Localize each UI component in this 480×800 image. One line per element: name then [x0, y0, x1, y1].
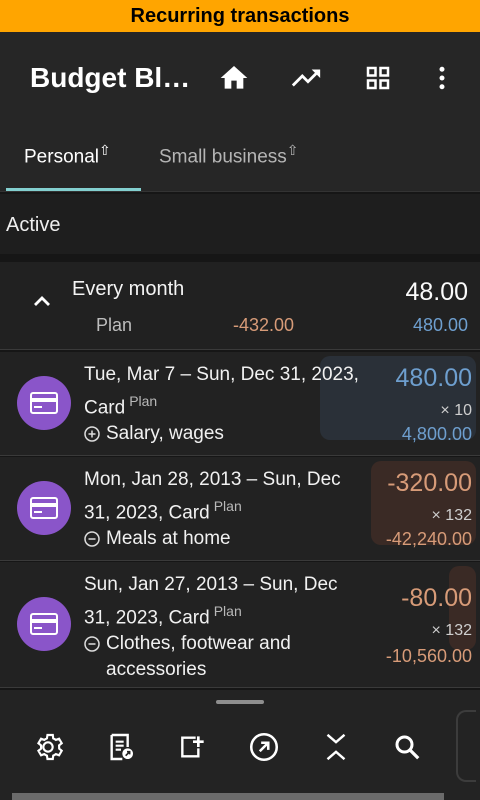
transaction-total: -42,240.00 [385, 529, 472, 549]
repeat-count: × 10 [440, 402, 472, 419]
transaction-total: -10,560.00 [385, 646, 472, 666]
tab-bar: Personal⇧ Small business⇧ [0, 124, 480, 192]
add-box-icon[interactable] [174, 728, 212, 766]
list-item[interactable]: Tue, Mar 7 – Sun, Dec 31, 2023, Card Plan… [0, 352, 480, 456]
drag-handle[interactable] [216, 700, 264, 704]
transaction-description: Tue, Mar 7 – Sun, Dec 31, 2023, Card Plan… [84, 362, 374, 447]
budget-title[interactable]: Budget Bl… [30, 62, 190, 94]
open-external-icon[interactable] [245, 728, 283, 766]
plan-tag: Plan [213, 498, 242, 514]
settings-icon[interactable] [29, 728, 67, 766]
section-label: Active [6, 214, 61, 236]
account-label: Card [84, 397, 126, 419]
card-icon [17, 597, 71, 651]
date-range: Tue, Mar 7 – Sun, Dec 31, 2023, [84, 364, 359, 385]
trending-up-icon[interactable] [288, 60, 324, 96]
dashboard-icon[interactable] [360, 60, 396, 96]
share-icon: ⇧ [286, 142, 299, 158]
horizontal-scrollbar[interactable] [12, 793, 444, 800]
minus-circle-icon [84, 636, 100, 653]
chevron-up-icon[interactable] [30, 290, 54, 319]
transaction-amount: -80.00 [401, 584, 472, 612]
minus-circle-icon [84, 531, 100, 548]
screen-title-banner: Recurring transactions [0, 0, 480, 32]
receipt-icon[interactable] [102, 728, 140, 766]
date-range: Mon, Jan 28, 2013 – Sun, Dec [84, 469, 341, 490]
tab-small-business-label: Small business [159, 146, 287, 168]
group-every-month[interactable]: Every month 48.00 Plan -432.00 480.00 [0, 262, 480, 350]
transaction-amount: 480.00 [395, 364, 472, 392]
side-panel-handle[interactable] [456, 710, 476, 782]
card-icon [17, 481, 71, 535]
plan-spent: -432.00 [233, 315, 295, 335]
transaction-amount: -320.00 [387, 469, 472, 497]
card-icon [17, 376, 71, 430]
account-label: 31, 2023, Card [84, 502, 210, 524]
collapse-icon[interactable] [317, 728, 355, 766]
category-label: Meals at home [106, 528, 231, 550]
tab-personal[interactable]: Personal⇧ [24, 142, 111, 168]
bottom-toolbar [0, 690, 480, 800]
plan-total: 480.00 [412, 315, 468, 335]
app-bar: Budget Bl… [0, 32, 480, 124]
repeat-count: × 132 [431, 622, 472, 639]
share-icon: ⇧ [99, 142, 111, 158]
transaction-total: 4,800.00 [401, 424, 472, 444]
account-label: 31, 2023, Card [84, 607, 210, 629]
group-title: Every month [72, 278, 185, 300]
tab-small-business[interactable]: Small business⇧ [159, 142, 299, 168]
plan-tag: Plan [213, 603, 242, 619]
plus-circle-icon [84, 426, 100, 443]
date-range: Sun, Jan 27, 2013 – Sun, Dec [84, 574, 338, 595]
transaction-description: Mon, Jan 28, 2013 – Sun, Dec 31, 2023, C… [84, 467, 374, 552]
tab-indicator [6, 188, 141, 191]
category-label: Clothes, footwear and accessories [106, 633, 291, 681]
more-vert-icon[interactable] [424, 60, 460, 96]
repeat-count: × 132 [431, 507, 472, 524]
plan-label: Plan [96, 315, 133, 335]
category-label: Salary, wages [106, 423, 224, 445]
list-item[interactable]: Mon, Jan 28, 2013 – Sun, Dec 31, 2023, C… [0, 457, 480, 561]
home-icon[interactable] [216, 60, 252, 96]
transaction-description: Sun, Jan 27, 2013 – Sun, Dec 31, 2023, C… [84, 572, 374, 683]
group-amount: 48.00 [405, 278, 468, 306]
search-icon[interactable] [388, 728, 426, 766]
tab-personal-label: Personal [24, 146, 99, 168]
plan-tag: Plan [129, 393, 158, 409]
list-item[interactable]: Sun, Jan 27, 2013 – Sun, Dec 31, 2023, C… [0, 562, 480, 688]
section-header-active: Active [0, 194, 480, 254]
